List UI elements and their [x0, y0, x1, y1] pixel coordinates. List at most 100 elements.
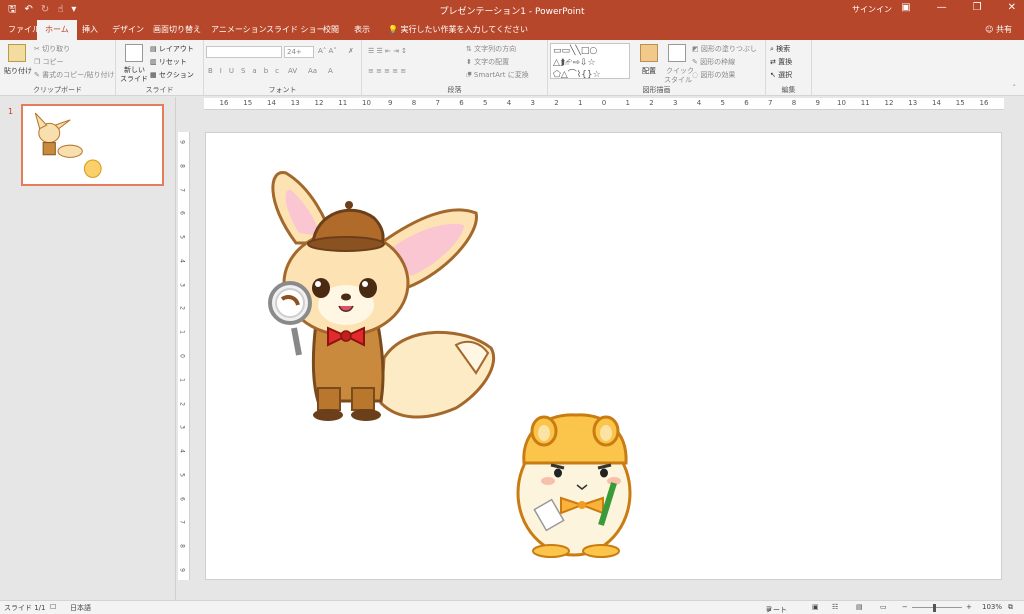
thumbnail-preview [34, 112, 102, 178]
new-slide-icon[interactable] [125, 44, 143, 62]
change-case-icon[interactable]: Aa [308, 67, 317, 75]
ruler-tick-label: 16 [219, 99, 229, 107]
new-slide-button-line2[interactable]: スライド [120, 74, 148, 84]
cursor-icon: ↖ [770, 71, 779, 79]
ruler-tick-label: 12 [314, 99, 324, 107]
grow-font-icon[interactable]: A˄ A˅ [318, 47, 337, 55]
minimize-icon[interactable]: — [937, 2, 947, 13]
slideshow-icon[interactable]: ▭ [880, 603, 887, 611]
ruler-tick-label: 2 [178, 401, 186, 406]
text-direction-button[interactable]: ⇅ 文字列の方向 [466, 44, 516, 54]
smartart-button[interactable]: ⮻ SmartArt に変換 [466, 70, 529, 82]
font-format-buttons[interactable]: BIUSabc [208, 67, 286, 75]
restore-icon[interactable]: ❐ [973, 2, 982, 13]
bullets-icon[interactable]: ☰ ☰ ⇤ ⇥ ↕ [368, 47, 407, 55]
language-indicator[interactable]: 日本語 [70, 603, 91, 613]
zoom-level[interactable]: 103% [982, 603, 1002, 611]
zoom-slider[interactable] [912, 607, 962, 608]
status-bar: スライド 1/1 ☐ 日本語 ≣ ノート ▣ ☷ ▤ ▭ − + 103% ⧉ [0, 600, 1024, 614]
layout-button[interactable]: ▤ レイアウト [150, 44, 194, 54]
font-name-box[interactable] [206, 46, 282, 58]
zoom-in-icon[interactable]: + [966, 603, 972, 611]
close-icon[interactable]: ✕ [1008, 2, 1016, 13]
paragraph-group: ☰ ☰ ⇤ ⇥ ↕ ≡ ≡ ≡ ≡ ≡ ⇅ 文字列の方向 ⬍ 文字の配置 ⮻ S… [362, 40, 548, 96]
tell-me-box[interactable]: 💡 実行したい作業を入力してください [388, 24, 528, 35]
horizontal-ruler: 16 15 14 13 12 11 10 9 8 7 6 5 4 3 2 1 0 1 2 3 4 5 6 7 8 9 10 11 12 1… [204, 98, 1004, 110]
font-size-box[interactable]: 24+ [284, 46, 314, 58]
ruler-tick-label: 9 [178, 140, 186, 144]
quick-styles-button-line2[interactable]: スタイル [664, 75, 692, 85]
ruler-tick-label: 4 [506, 99, 512, 107]
ruler-tick-label: 15 [955, 99, 965, 107]
text-direction-icon: ⇅ [466, 45, 475, 53]
drawing-label: 図形描画 [642, 86, 671, 94]
ribbon-tabs: ファイル ホーム 挿入 デザイン 画面切り替え アニメーション スライド ショー… [0, 20, 1024, 40]
slide-thumbnail[interactable] [21, 104, 164, 186]
paste-button[interactable]: 貼り付け [4, 66, 32, 76]
fennec-fox-detective-illustration[interactable] [268, 171, 496, 421]
tab-transitions[interactable]: 画面切り替え [153, 24, 201, 35]
shape-outline-button[interactable]: ✎ 図形の枠線 [692, 57, 735, 67]
editing-group: ⌕ 検索 ⇄ 置換 ↖ 選択 編集 [766, 40, 812, 96]
ruler-tick-label: 16 [979, 99, 989, 107]
char-spacing-icon[interactable]: AV [288, 67, 297, 75]
tab-animations[interactable]: アニメーション [211, 24, 267, 35]
select-button[interactable]: ↖ 選択 [770, 70, 792, 80]
font-color-icon[interactable]: A [328, 67, 333, 75]
cut-button[interactable]: ✂ 切り取り [34, 44, 70, 54]
shape-effects-button[interactable]: ◌ 図形の効果 [692, 70, 735, 80]
zoom-slider-thumb[interactable] [933, 604, 936, 612]
replace-button[interactable]: ⇄ 置換 [770, 57, 792, 67]
collapse-ribbon-icon[interactable]: ˄ [1013, 84, 1017, 92]
align-text-button[interactable]: ⬍ 文字の配置 [466, 57, 509, 67]
shapes-gallery[interactable]: ▭▭╲╲□○ △⮭⮳⇨⇩☆ ⬠△⌒⌇{}☆ [550, 43, 630, 80]
slide-thumbnails-pane: 1 [0, 97, 176, 600]
spell-check-icon[interactable]: ☐ [50, 603, 56, 611]
ruler-tick-label: 12 [884, 99, 894, 107]
find-button[interactable]: ⌕ 検索 [770, 44, 790, 54]
ruler-tick-label: 14 [267, 99, 276, 107]
tab-review[interactable]: 校閲 [323, 24, 339, 35]
arrange-button[interactable]: 配置 [642, 66, 656, 76]
ruler-tick-label: 6 [178, 211, 186, 216]
slide-canvas[interactable] [205, 132, 1002, 580]
tab-design[interactable]: デザイン [112, 24, 144, 35]
ruler-tick-label: 4 [178, 258, 186, 263]
zoom-out-icon[interactable]: − [902, 603, 908, 611]
shape-fill-button[interactable]: ◩ 図形の塗りつぶし [692, 44, 757, 54]
clear-format-icon[interactable]: ✗ [348, 47, 354, 55]
arrange-icon[interactable] [640, 44, 658, 62]
ruler-tick-label: 5 [720, 99, 725, 107]
ruler-tick-label: 7 [178, 520, 186, 525]
ruler-tick-label: 10 [362, 99, 371, 107]
reset-button[interactable]: ▥ リセット [150, 57, 187, 67]
hamster-with-pencil-illustration[interactable] [516, 413, 632, 558]
sign-in-link[interactable]: サインイン [852, 4, 892, 15]
paste-icon[interactable] [8, 44, 26, 62]
tab-insert[interactable]: 挿入 [82, 24, 98, 35]
quick-styles-icon[interactable] [668, 44, 686, 62]
copy-button[interactable]: ❐ コピー [34, 57, 64, 67]
fit-to-window-icon[interactable]: ⧉ [1008, 603, 1013, 612]
ribbon-display-icon[interactable]: ▣ [901, 2, 910, 13]
normal-view-icon[interactable]: ▣ [812, 603, 819, 611]
tab-file[interactable]: ファイル [8, 24, 40, 35]
copy-icon: ❐ [34, 58, 43, 66]
ruler-tick-label: 8 [178, 544, 186, 549]
reading-view-icon[interactable]: ▤ [856, 603, 863, 611]
tab-slideshow[interactable]: スライド ショー [266, 24, 325, 35]
ruler-tick-label: 7 [768, 99, 773, 107]
format-painter-button[interactable]: ✎ 書式のコピー/貼り付け [34, 70, 114, 80]
replace-icon: ⇄ [770, 58, 779, 66]
ruler-tick-label: 10 [837, 99, 846, 107]
brush-icon: ✎ [34, 71, 43, 79]
ruler-tick-label: 5 [483, 99, 488, 107]
share-button[interactable]: ☺ 共有 [985, 24, 1012, 35]
section-button[interactable]: ▦ セクション [150, 70, 194, 80]
align-icons[interactable]: ≡ ≡ ≡ ≡ ≡ [368, 67, 406, 75]
ruler-tick-label: 11 [338, 99, 348, 107]
tab-home[interactable]: ホーム [37, 20, 77, 40]
slide-sorter-icon[interactable]: ☷ [832, 603, 838, 611]
tab-view[interactable]: 表示 [354, 24, 370, 35]
ruler-tick-label: 7 [435, 99, 440, 107]
